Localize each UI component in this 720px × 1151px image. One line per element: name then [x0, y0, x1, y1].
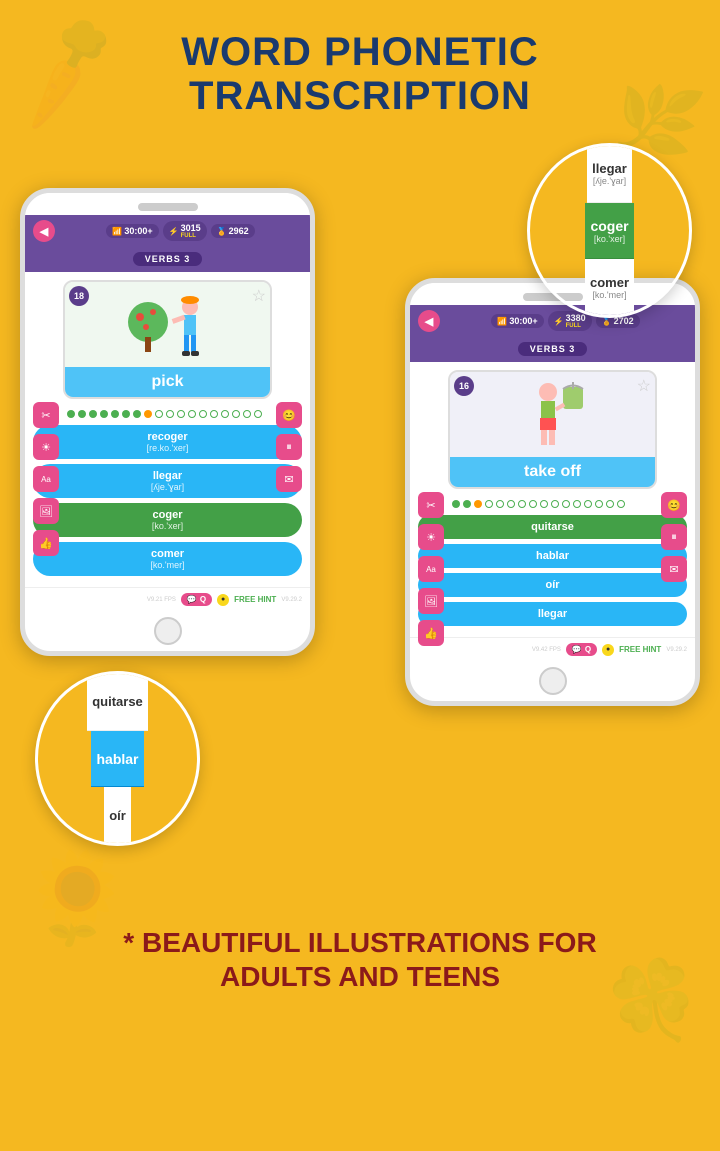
- hint-coin-right: ●: [602, 644, 614, 656]
- thumb-btn-left[interactable]: 👍: [33, 530, 59, 556]
- face-btn-left[interactable]: 😊: [276, 402, 302, 428]
- thumb-btn-right[interactable]: 👍: [418, 620, 444, 646]
- fps-right: V9.42 FPS: [532, 647, 561, 653]
- bubble-right-phonetic-1: [ko.'xer]: [594, 234, 625, 244]
- footer-text: * BEAUTIFUL ILLUSTRATIONS FOR ADULTS AND…: [10, 911, 710, 1003]
- bubble-right-word-0: llegar: [592, 161, 627, 176]
- answer-btn-right-3[interactable]: llegar: [418, 602, 687, 626]
- bubble-left-word-2: oír: [109, 808, 126, 823]
- card-word-right: take off: [450, 457, 655, 487]
- bubble-right-word-2: comer: [590, 275, 629, 290]
- back-button-left[interactable]: ◀: [33, 220, 55, 242]
- image-btn-left[interactable]: 🖼: [33, 498, 59, 524]
- section-title-right: VERBS 3: [518, 342, 588, 356]
- medal-icon-left: 🏅: [217, 227, 227, 236]
- left-phone: ◀ 📶 30:00+ ⚡ 3015 FULL 🏅: [20, 188, 315, 656]
- face-btn-right[interactable]: 😊: [661, 492, 687, 518]
- answer-btn-left-0[interactable]: recoger [re.ko.'xer]: [33, 425, 302, 459]
- bubble-overlay-left: quitarse hablar oír: [35, 671, 200, 846]
- card-word-left: pick: [65, 367, 270, 397]
- pause-btn-right[interactable]: ⏸: [661, 524, 687, 550]
- text-btn-left[interactable]: Aa: [33, 466, 59, 492]
- bubble-right-phonetic-0: [ʎje.'ɣar]: [593, 176, 626, 186]
- bolt-icon-left: ⚡: [169, 227, 179, 236]
- bubble-left-word-1: hablar: [96, 751, 138, 767]
- version-left: V9.29.2: [281, 597, 302, 603]
- bubble-overlay-right: llegar [ʎje.'ɣar] coger [ko.'xer] comer …: [527, 143, 692, 318]
- sun-btn-left[interactable]: ☀: [33, 434, 59, 460]
- hint-text-left[interactable]: FREE HINT: [234, 595, 276, 604]
- fps-left: V9.21 FPS: [147, 597, 176, 603]
- answer-btn-right-1[interactable]: hablar: [418, 544, 687, 568]
- mail-btn-left[interactable]: ✉: [276, 466, 302, 492]
- version-right: V9.29.2: [666, 647, 687, 653]
- mail-btn-right[interactable]: ✉: [661, 556, 687, 582]
- wifi-icon-right: 📶: [497, 317, 507, 326]
- answer-btn-left-1[interactable]: llegar [ʎje.'ɣar]: [33, 464, 302, 498]
- bubble-left-word-0: quitarse: [92, 694, 143, 709]
- wifi-icon-left: 📶: [112, 227, 122, 236]
- card-star-right[interactable]: ☆: [637, 376, 651, 396]
- bolt-icon-right: ⚡: [554, 317, 564, 326]
- card-number-left: 18: [69, 286, 89, 306]
- sun-btn-right[interactable]: ☀: [418, 524, 444, 550]
- back-button-right[interactable]: ◀: [418, 310, 440, 332]
- answer-btn-right-0[interactable]: quitarse: [418, 515, 687, 539]
- answer-btn-right-2[interactable]: oír: [418, 573, 687, 597]
- answer-btn-left-2[interactable]: coger [ko.'xer]: [33, 503, 302, 537]
- section-title-left: VERBS 3: [133, 252, 203, 266]
- hint-badge-right[interactable]: 💬 Q: [566, 643, 597, 656]
- card-star-left[interactable]: ☆: [252, 286, 266, 306]
- scissors-btn-right[interactable]: ✂: [418, 492, 444, 518]
- home-btn-left[interactable]: [154, 617, 182, 645]
- hint-coin-left: ●: [217, 594, 229, 606]
- card-number-right: 16: [454, 376, 474, 396]
- pause-btn-left[interactable]: ⏸: [276, 434, 302, 460]
- hint-text-right[interactable]: FREE HINT: [619, 645, 661, 654]
- image-btn-right[interactable]: 🖼: [418, 588, 444, 614]
- hint-badge-left[interactable]: 💬 Q: [181, 593, 212, 606]
- bubble-right-phonetic-2: [ko.'mer]: [592, 290, 626, 300]
- text-btn-right[interactable]: Aa: [418, 556, 444, 582]
- answer-btn-left-3[interactable]: comer [ko.'mer]: [33, 542, 302, 576]
- right-phone: ◀ 📶 30:00+ ⚡ 3380 FULL 🏅: [405, 278, 700, 706]
- header-title: WORD PHONETIC TRANSCRIPTION: [10, 20, 710, 138]
- bubble-right-word-1: coger: [590, 218, 628, 234]
- scissors-btn-left[interactable]: ✂: [33, 402, 59, 428]
